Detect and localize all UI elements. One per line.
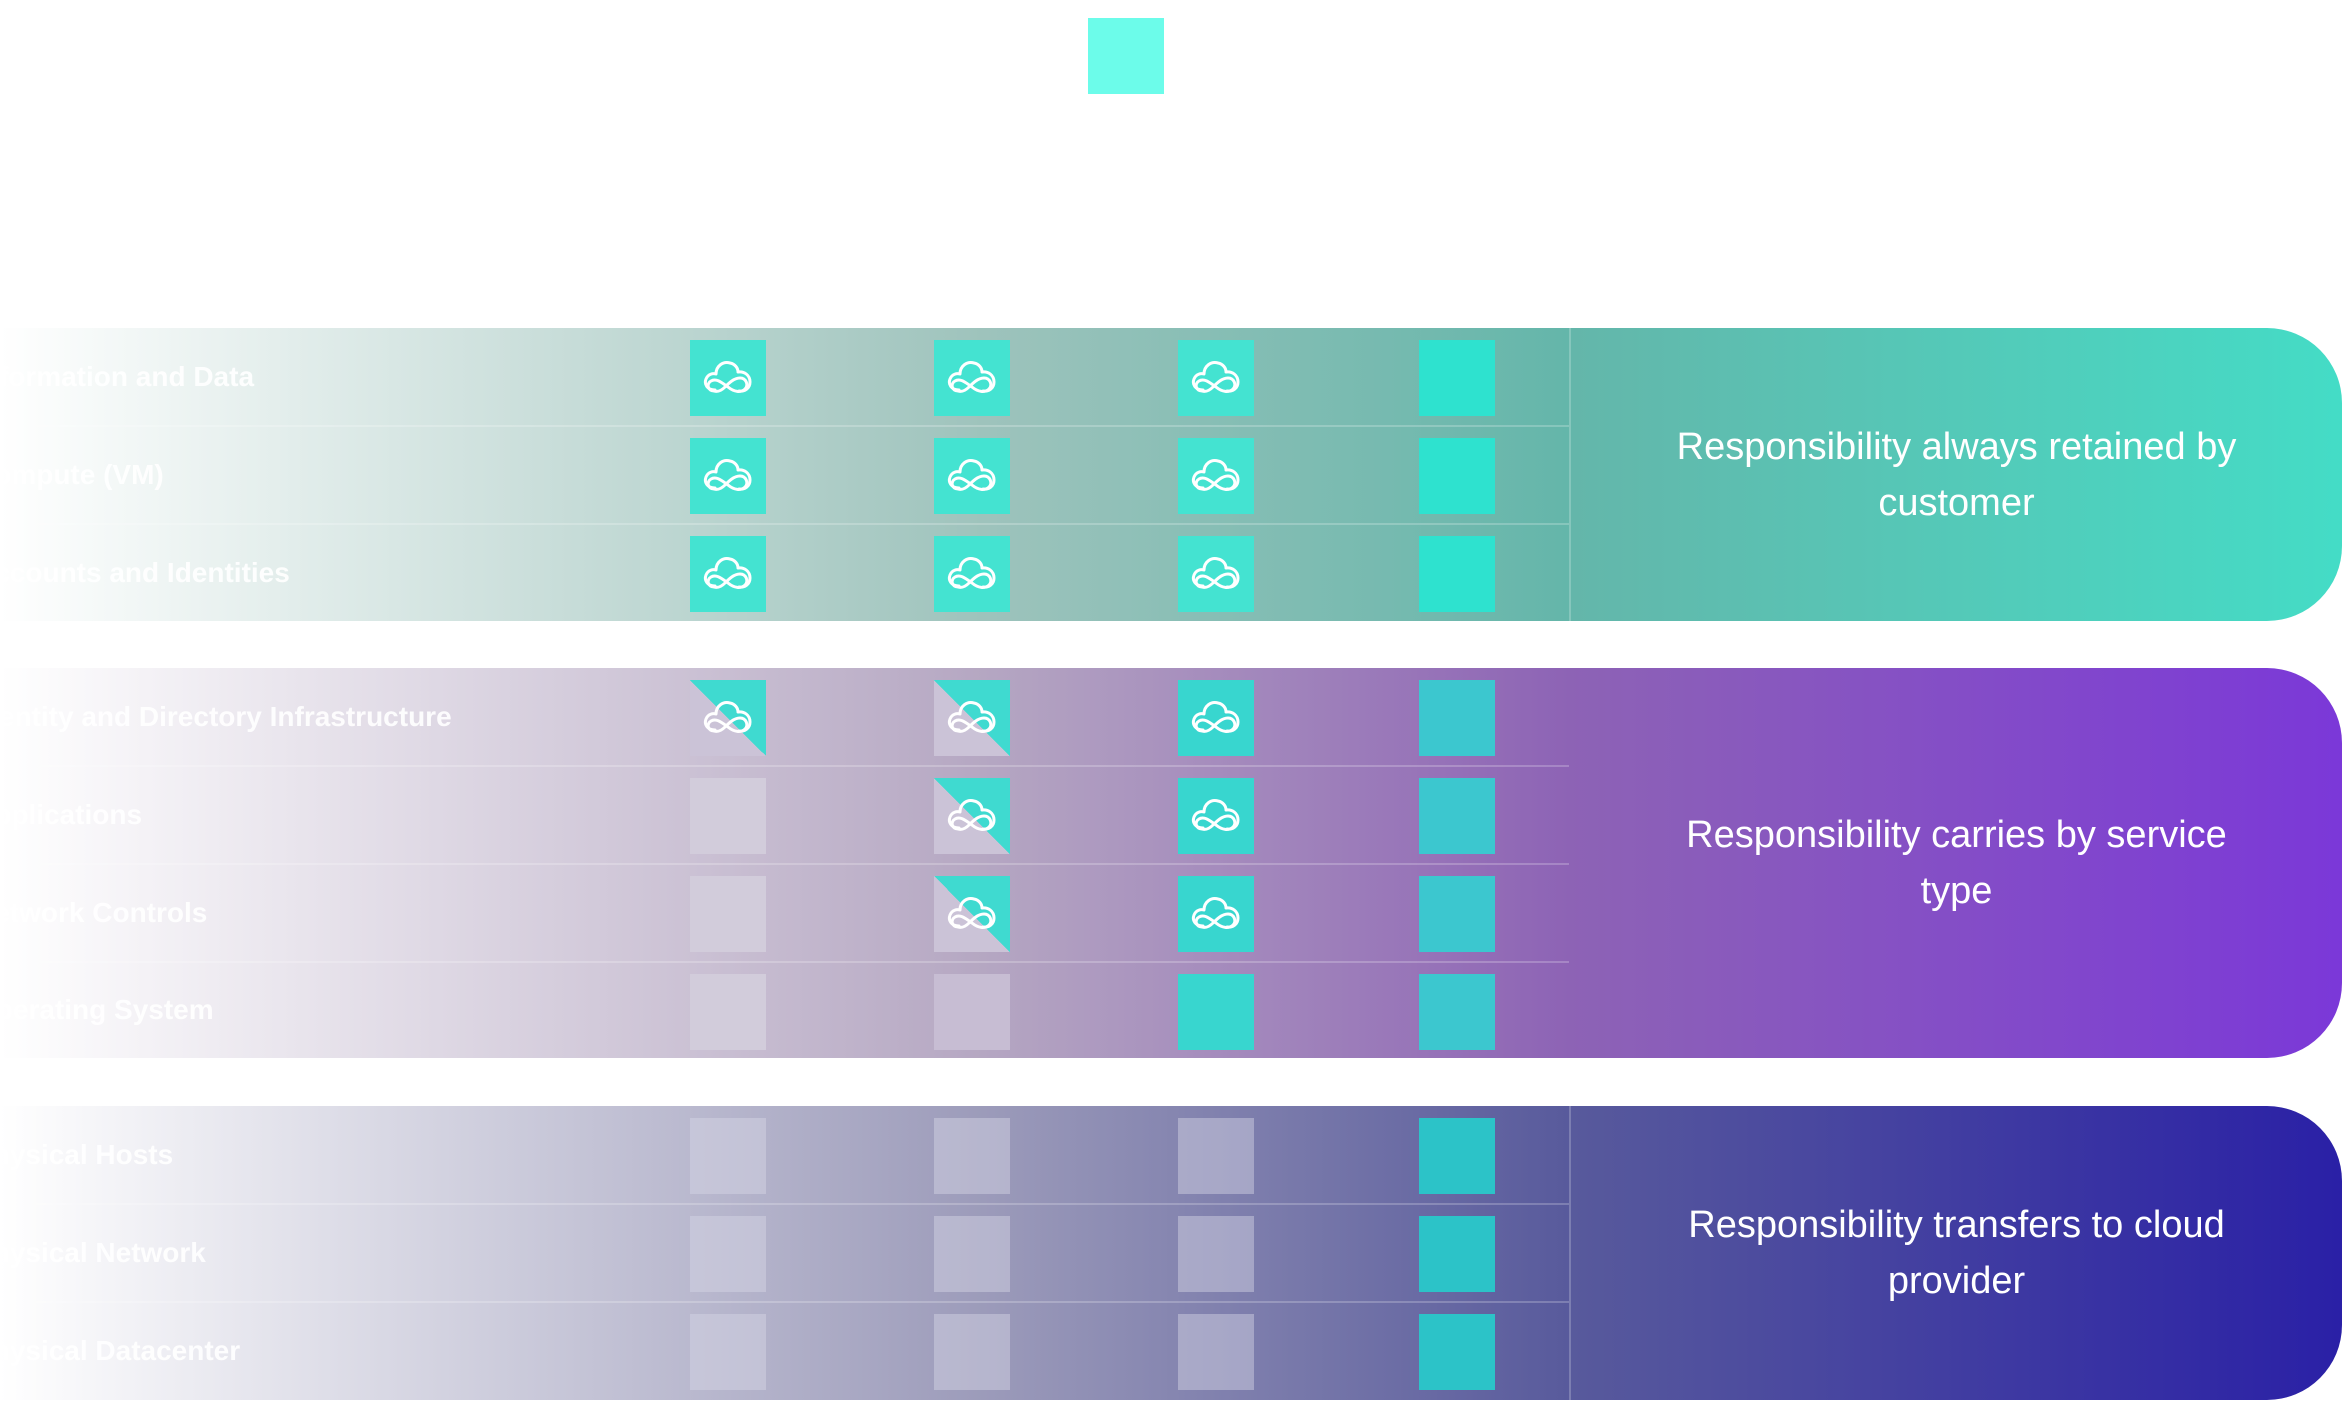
responsibility-cell [690, 876, 766, 952]
table-row: Identity and Directory Infrastructure [0, 668, 1569, 767]
responsibility-cell [1178, 974, 1254, 1050]
responsibility-cell [690, 536, 766, 612]
responsibility-cell [1178, 1118, 1254, 1194]
cloud-infinity-icon [701, 452, 755, 500]
responsibility-cell [934, 1216, 1010, 1292]
responsibility-cell [1178, 680, 1254, 756]
responsibility-cell [934, 536, 1010, 612]
legend-swatch [1088, 18, 1164, 94]
responsibility-cell [1419, 778, 1495, 854]
responsibility-cell [934, 1118, 1010, 1194]
cloud-infinity-icon [1189, 890, 1243, 938]
row-label: Network Controls [0, 897, 208, 928]
responsibility-cell [1419, 876, 1495, 952]
responsibility-cell [1178, 876, 1254, 952]
responsibility-cell [690, 974, 766, 1050]
band-description: Responsibility carries by service type [1686, 814, 2227, 912]
responsibility-cell [934, 680, 1010, 756]
cloud-infinity-icon [945, 550, 999, 598]
responsibility-cell [690, 340, 766, 416]
row-label: Operating System [0, 994, 214, 1025]
row-label: Identity and Directory Infrastructure [0, 701, 452, 732]
row-label: Compute (VM) [0, 459, 164, 490]
band-provider-transfer: Physical Hosts Physical Network Physical… [0, 1106, 2342, 1400]
cloud-infinity-icon [1189, 694, 1243, 742]
row-label: Physical Network [0, 1237, 206, 1268]
responsibility-cell [690, 778, 766, 854]
responsibility-cell [1178, 1314, 1254, 1390]
cloud-infinity-icon [701, 550, 755, 598]
table-row: Information and Data [0, 328, 1569, 427]
responsibility-cell [1419, 536, 1495, 612]
band-customer-retained: Information and Data Compute (VM) Accoun… [0, 328, 2342, 621]
band-service-type: Identity and Directory Infrastructure Ap… [0, 668, 2342, 1058]
responsibility-cell [1419, 1216, 1495, 1292]
table-row: Applications [0, 766, 1569, 865]
cloud-infinity-icon [1189, 792, 1243, 840]
table-row: Physical Datacenter [0, 1302, 1569, 1400]
responsibility-cell [1419, 680, 1495, 756]
responsibility-cell [1178, 778, 1254, 854]
table-row: Physical Hosts [0, 1106, 1569, 1205]
responsibility-cell [934, 974, 1010, 1050]
responsibility-cell [1178, 536, 1254, 612]
responsibility-cell [690, 1216, 766, 1292]
responsibility-cell [1419, 438, 1495, 514]
band-description: Responsibility transfers to cloud provid… [1688, 1204, 2225, 1302]
responsibility-cell [934, 876, 1010, 952]
cloud-infinity-icon [945, 792, 999, 840]
cloud-infinity-icon [945, 694, 999, 742]
responsibility-cell [934, 340, 1010, 416]
responsibility-cell [934, 778, 1010, 854]
cloud-infinity-icon [945, 354, 999, 402]
table-row: Operating System [0, 962, 1569, 1058]
responsibility-cell [1178, 438, 1254, 514]
responsibility-cell [690, 438, 766, 514]
responsibility-cell [934, 438, 1010, 514]
responsibility-cell [690, 1314, 766, 1390]
row-label: Physical Datacenter [0, 1335, 241, 1366]
responsibility-cell [1178, 1216, 1254, 1292]
responsibility-cell [1178, 340, 1254, 416]
table-row: Compute (VM) [0, 426, 1569, 525]
table-row: Network Controls [0, 864, 1569, 963]
band-description: Responsibility always retained by custom… [1676, 425, 2237, 524]
row-label: Accounts and Identities [0, 556, 290, 588]
cloud-infinity-icon [1189, 452, 1243, 500]
cloud-infinity-icon [945, 452, 999, 500]
responsibility-cell [1419, 1118, 1495, 1194]
responsibility-cell [1419, 974, 1495, 1050]
cloud-infinity-icon [701, 354, 755, 402]
table-row: Accounts and Identities [0, 524, 1569, 621]
table-row: Physical Network [0, 1204, 1569, 1303]
cloud-infinity-icon [1189, 354, 1243, 402]
cloud-infinity-icon [701, 694, 755, 742]
cloud-infinity-icon [945, 890, 999, 938]
cloud-infinity-icon [1189, 550, 1243, 598]
responsibility-cell [1419, 340, 1495, 416]
responsibility-cell [690, 1118, 766, 1194]
row-label: Applications [0, 799, 143, 830]
row-label: Information and Data [0, 361, 255, 392]
responsibility-cell [1419, 1314, 1495, 1390]
row-label: Physical Hosts [0, 1139, 174, 1170]
responsibility-cell [934, 1314, 1010, 1390]
responsibility-cell [690, 680, 766, 756]
